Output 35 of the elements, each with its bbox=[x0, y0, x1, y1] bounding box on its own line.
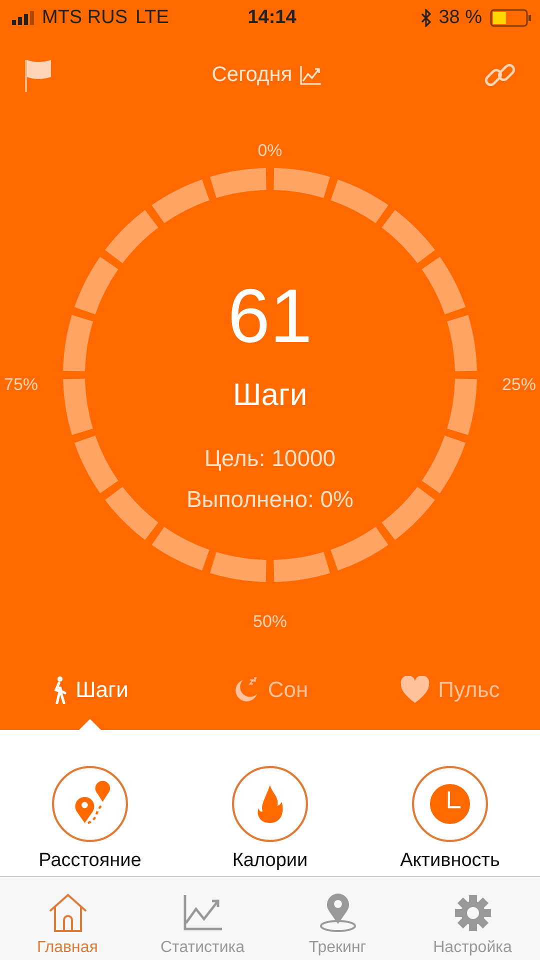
nav-tab[interactable]: Настройка bbox=[405, 877, 540, 960]
bluetooth-icon bbox=[420, 9, 431, 27]
carrier-name: MTS RUS bbox=[42, 7, 128, 29]
calories-icon[interactable] bbox=[232, 766, 308, 842]
distance-icon[interactable] bbox=[52, 766, 128, 842]
step-unit: Шаги bbox=[232, 377, 308, 413]
nav-tab[interactable]: Главная bbox=[0, 877, 135, 960]
nav-tab[interactable]: Трекинг bbox=[270, 877, 405, 960]
step-count: 61 bbox=[228, 279, 312, 355]
percent-label: 75% bbox=[4, 375, 38, 395]
metric-label: Расстояние bbox=[38, 850, 142, 872]
category-tab[interactable]: Пульс bbox=[360, 650, 540, 730]
settings-icon bbox=[452, 893, 492, 933]
percent-label: 25% bbox=[502, 375, 536, 395]
heart-icon bbox=[400, 676, 430, 704]
percent-label: 0% bbox=[256, 141, 284, 161]
activity-icon[interactable] bbox=[412, 766, 488, 842]
date-title[interactable]: Сегодня bbox=[212, 63, 292, 87]
battery-percent: 38 % bbox=[438, 7, 482, 29]
category-tab[interactable]: Сон bbox=[180, 650, 360, 730]
home-icon bbox=[46, 893, 88, 933]
metric-label: Калории bbox=[232, 850, 308, 872]
percent-label: 50% bbox=[252, 612, 288, 632]
goal-text: Цель: 10000 bbox=[204, 445, 336, 472]
completion-text: Выполнено: 0% bbox=[186, 486, 354, 513]
nav-tab[interactable]: Статистика bbox=[135, 877, 270, 960]
signal-icon bbox=[12, 11, 34, 25]
flag-icon[interactable] bbox=[24, 58, 52, 92]
clock: 14:14 bbox=[248, 7, 296, 29]
line-chart-icon bbox=[182, 893, 224, 933]
network-type: LTE bbox=[136, 7, 169, 29]
line-chart-icon[interactable] bbox=[300, 65, 322, 85]
walking-icon bbox=[52, 676, 68, 704]
metric-label: Активность bbox=[400, 850, 500, 872]
battery-icon bbox=[490, 9, 532, 27]
